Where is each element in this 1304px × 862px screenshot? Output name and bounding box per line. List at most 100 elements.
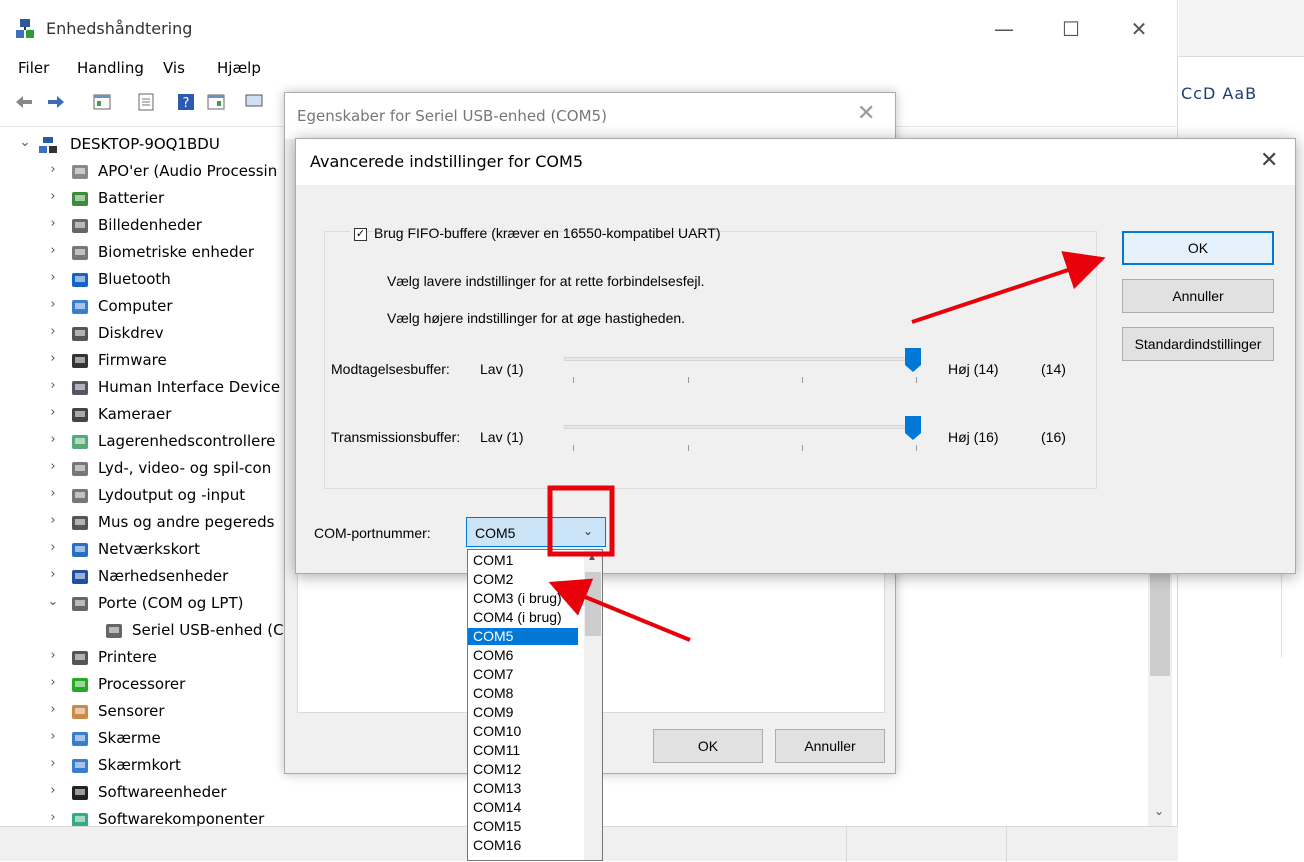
chevron-right-icon[interactable]: › [46,351,60,366]
chevron-right-icon[interactable]: › [46,243,60,258]
properties-cancel-button[interactable]: Annuller [775,729,885,763]
dropdown-scrollbar-thumb[interactable] [585,572,601,636]
chevron-right-icon[interactable]: › [46,297,60,312]
dropdown-option[interactable]: COM15 [468,818,578,835]
receive-slider-track[interactable] [564,357,918,361]
chevron-right-icon[interactable]: › [46,216,60,231]
forward-arrow-icon[interactable] [46,92,66,112]
tree-item[interactable]: › Mus og andre pegereds [0,510,290,537]
scroll-down-icon[interactable]: ⌄ [1154,804,1164,818]
bluetooth-icon [72,273,88,287]
maximize-button[interactable]: ☐ [1048,10,1094,48]
chevron-right-icon[interactable]: › [46,486,60,501]
receive-value: (14) [1041,361,1066,377]
chevron-right-icon[interactable]: › [46,756,60,771]
tree-item[interactable]: › Sensorer [0,699,290,726]
chevron-right-icon[interactable]: › [46,162,60,177]
chevron-right-icon[interactable]: › [46,648,60,663]
dropdown-option[interactable]: COM8 [468,685,578,702]
dropdown-option[interactable]: COM6 [468,647,578,664]
chevron-right-icon[interactable]: › [46,459,60,474]
dropdown-option[interactable]: COM10 [468,723,578,740]
ok-button[interactable]: OK [1122,231,1274,265]
chevron-right-icon[interactable]: › [46,270,60,285]
scan-hardware-icon[interactable] [206,92,226,112]
chevron-right-icon[interactable]: › [46,810,60,825]
chevron-right-icon[interactable]: › [46,432,60,447]
tree-item[interactable]: › Netværkskort [0,537,290,564]
dropdown-option[interactable]: COM11 [468,742,578,759]
tree-item[interactable]: › Batterier [0,186,290,213]
tree-item[interactable]: › Processorer [0,672,290,699]
com-port-select[interactable]: COM5 ⌄ [466,517,606,547]
tree-item[interactable]: › Biometriske enheder [0,240,290,267]
tree-root[interactable]: ⌄ DESKTOP-9OQ1BDU [0,132,290,159]
dropdown-scrollbar[interactable]: ▲ [584,550,602,860]
tree-item[interactable]: › Kameraer [0,402,290,429]
dropdown-option[interactable]: COM14 [468,799,578,816]
dropdown-option[interactable]: COM5 [468,628,578,645]
chevron-right-icon[interactable]: › [46,513,60,528]
dropdown-option[interactable]: COM2 [468,571,578,588]
tree-item[interactable]: › Lagerenhedscontrollere [0,429,290,456]
dropdown-option[interactable]: COM1 [468,552,578,569]
chevron-right-icon[interactable]: › [46,567,60,582]
chevron-right-icon[interactable]: › [46,540,60,555]
dropdown-option[interactable]: COM4 (i brug) [468,609,578,626]
chevron-right-icon[interactable]: › [46,189,60,204]
close-button[interactable]: ✕ [1116,10,1162,48]
tree-item[interactable]: › Nærhedsenheder [0,564,290,591]
tree-item[interactable]: › Firmware [0,348,290,375]
tree-item[interactable]: › Diskdrev [0,321,290,348]
tree-item[interactable]: › Softwareenheder [0,780,290,807]
document-icon[interactable] [136,92,156,112]
chevron-right-icon[interactable]: › [46,783,60,798]
chevron-down-icon[interactable]: ⌄ [46,594,60,609]
tree-item[interactable]: › Bluetooth [0,267,290,294]
dropdown-option[interactable]: COM9 [468,704,578,721]
chevron-down-icon[interactable]: ⌄ [18,135,32,150]
dropdown-option[interactable]: COM16 [468,837,578,854]
tree-item[interactable]: › Skærmkort [0,753,290,780]
com-port-dropdown-list[interactable]: COM1 COM2 COM3 (i brug) COM4 (i brug) COM5 CO… [467,549,603,861]
tree-item[interactable]: › Lydoutput og -input [0,483,290,510]
menu-handling[interactable]: Handling [77,59,144,77]
chevron-right-icon[interactable]: › [46,675,60,690]
dropdown-option[interactable]: COM13 [468,780,578,797]
defaults-button[interactable]: Standardindstillinger [1122,327,1274,361]
scroll-up-icon[interactable]: ▲ [587,552,597,563]
transmit-slider-track[interactable] [564,425,918,429]
dropdown-option[interactable]: COM7 [468,666,578,683]
cancel-button[interactable]: Annuller [1122,279,1274,313]
properties-close-icon[interactable]: ✕ [857,101,875,126]
tree-item[interactable]: › Computer [0,294,290,321]
menu-vis[interactable]: Vis [163,59,185,77]
tree-item[interactable]: › Skærme [0,726,290,753]
tree-child-item[interactable]: Seriel USB-enhed (C [0,618,290,645]
tree-item[interactable]: › Billedenheder [0,213,290,240]
chevron-right-icon[interactable]: › [46,405,60,420]
minimize-button[interactable]: — [981,10,1027,48]
menu-hjaelp[interactable]: Hjælp [217,59,261,77]
properties-ok-button[interactable]: OK [653,729,763,763]
chevron-right-icon[interactable]: › [46,324,60,339]
chevron-right-icon[interactable]: › [46,729,60,744]
chevron-down-icon[interactable]: ⌄ [583,524,593,538]
dropdown-option[interactable]: COM12 [468,761,578,778]
tree-item[interactable]: › APO'er (Audio Processin [0,159,290,186]
transmit-slider-thumb[interactable] [904,415,922,441]
menu-filer[interactable]: Filer [18,59,49,77]
help-icon[interactable]: ? [176,92,196,112]
advanced-close-icon[interactable]: ✕ [1260,148,1278,173]
back-arrow-icon[interactable] [14,92,34,112]
receive-slider-thumb[interactable] [904,347,922,373]
properties-icon[interactable] [92,92,112,112]
chevron-right-icon[interactable]: › [46,702,60,717]
tree-item[interactable]: › Lyd-, video- og spil-con [0,456,290,483]
chevron-right-icon[interactable]: › [46,378,60,393]
tree-item[interactable]: › Human Interface Device [0,375,290,402]
dropdown-option[interactable]: COM3 (i brug) [468,590,578,607]
monitor-toolbar-icon[interactable] [244,92,264,112]
tree-item[interactable]: ⌄ Porte (COM og LPT) [0,591,290,618]
tree-item[interactable]: › Printere [0,645,290,672]
